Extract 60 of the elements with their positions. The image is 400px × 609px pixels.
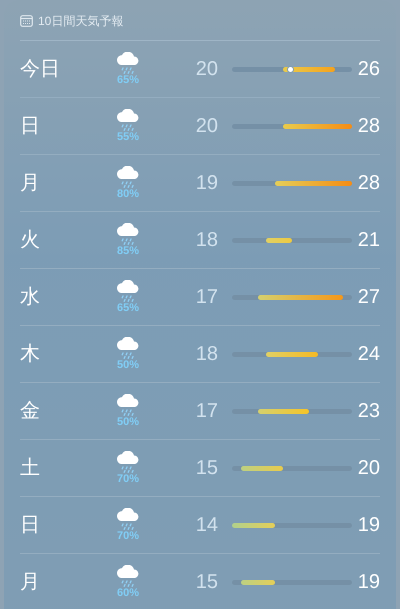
rain-cloud-icon	[115, 166, 141, 188]
precipitation-chance: 50%	[116, 358, 140, 372]
low-temperature: 18	[194, 342, 218, 367]
low-temperature: 20	[194, 114, 218, 139]
rain-cloud-icon	[115, 336, 141, 358]
rain-cloud-icon	[115, 394, 141, 416]
high-temperature: 26	[358, 57, 380, 82]
low-temperature: 17	[194, 399, 218, 424]
high-temperature: 21	[358, 228, 380, 253]
low-temperature: 15	[194, 570, 218, 595]
temperature-range-bar	[258, 408, 310, 414]
rain-cloud-icon	[115, 508, 141, 530]
high-temperature: 23	[358, 399, 380, 424]
temperature-range-bar	[240, 580, 275, 584]
temperature-range-bar	[283, 124, 352, 128]
precipitation-chance: 60%	[116, 586, 140, 600]
high-temperature: 19	[358, 570, 380, 595]
day-label: 水	[20, 285, 41, 310]
high-temperature: 19	[358, 513, 380, 538]
high-temperature: 20	[358, 456, 380, 481]
day-label: 日	[20, 114, 41, 139]
precipitation-chance: 65%	[116, 74, 140, 86]
day-label: 金	[20, 399, 41, 424]
high-temperature: 24	[358, 342, 380, 367]
day-label: 日	[20, 513, 41, 538]
temperature-range-bar	[283, 66, 335, 72]
rain-cloud-icon	[115, 52, 141, 74]
precipitation-chance: 55%	[116, 130, 140, 144]
rain-cloud-icon	[115, 450, 141, 472]
high-temperature: 27	[358, 285, 380, 310]
day-label: 月	[20, 570, 41, 595]
day-label: 今日	[20, 57, 61, 82]
precipitation-chance: 70%	[116, 530, 140, 542]
temperature-range-bar	[232, 522, 275, 528]
day-label: 木	[20, 342, 41, 367]
rain-cloud-icon	[115, 564, 141, 586]
high-temperature: 28	[358, 114, 380, 139]
low-temperature: 18	[194, 228, 218, 253]
day-label: 火	[20, 228, 41, 253]
high-temperature: 28	[358, 171, 380, 196]
low-temperature: 19	[194, 171, 218, 196]
precipitation-chance: 85%	[116, 244, 140, 258]
low-temperature: 15	[194, 456, 218, 481]
temperature-range-bar	[266, 352, 318, 356]
precipitation-chance: 70%	[116, 472, 140, 486]
precipitation-chance: 50%	[116, 416, 140, 428]
day-label: 月	[20, 171, 41, 196]
precipitation-chance: 80%	[116, 188, 140, 200]
temperature-range-bar	[266, 238, 292, 242]
rain-cloud-icon	[115, 108, 141, 130]
rain-cloud-icon	[115, 280, 141, 302]
calendar-icon	[20, 15, 33, 27]
temperature-range-bar	[240, 466, 284, 470]
section-title: 10日間天気予報	[38, 13, 124, 30]
precipitation-chance: 65%	[116, 302, 140, 314]
low-temperature: 17	[194, 285, 218, 310]
rain-cloud-icon	[115, 222, 141, 244]
day-label: 土	[20, 456, 41, 481]
low-temperature: 14	[194, 513, 218, 538]
low-temperature: 20	[194, 57, 218, 82]
